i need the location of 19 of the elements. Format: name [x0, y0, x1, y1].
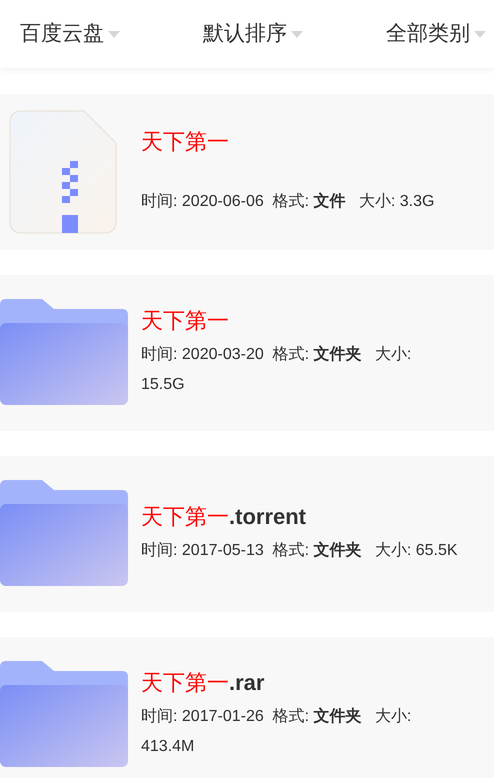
file-name: 天下第一.rar [141, 669, 266, 697]
filter-dropdown[interactable]: 全部类别 [386, 18, 486, 50]
file-card[interactable]: 天下第一 时间: 2020-06-06 格式: 文件 大小: 3.3G [0, 94, 494, 250]
file-name: 天下第一 [141, 128, 230, 156]
caret-icon [291, 30, 303, 38]
file-card[interactable]: 天下第一 时间: 2020-03-20 格式: 文件夹 大小: 15.5G [0, 275, 494, 431]
file-card[interactable]: 天下第一.rar 时间: 2017-01-26 格式: 文件夹 大小: 413.4M [0, 637, 494, 778]
file-info: 时间: 2017-01-26 格式: 文件夹 大小: 413.4M [141, 706, 412, 757]
file-card[interactable]: 天下第一.torrent 时间: 2017-05-13 格式: 文件夹 大小: 65.5K [0, 456, 494, 612]
filter-dropdown[interactable]: 默认排序 [203, 18, 303, 50]
caret-icon [474, 30, 486, 38]
file-name: 天下第一 [141, 307, 230, 335]
file-name: 天下第一.torrent [141, 503, 307, 531]
zip-file-icon [8, 109, 118, 235]
caret-icon [108, 30, 120, 38]
filter-dropdown[interactable]: 百度云盘 [20, 18, 120, 50]
file-info: 时间: 2020-03-20 格式: 文件夹 大小: 15.5G [141, 344, 412, 395]
file-info: 时间: 2017-05-13 格式: 文件夹 大小: 65.5K [141, 540, 459, 561]
file-info: 时间: 2020-06-06 格式: 文件 大小: 3.3G [141, 191, 436, 212]
